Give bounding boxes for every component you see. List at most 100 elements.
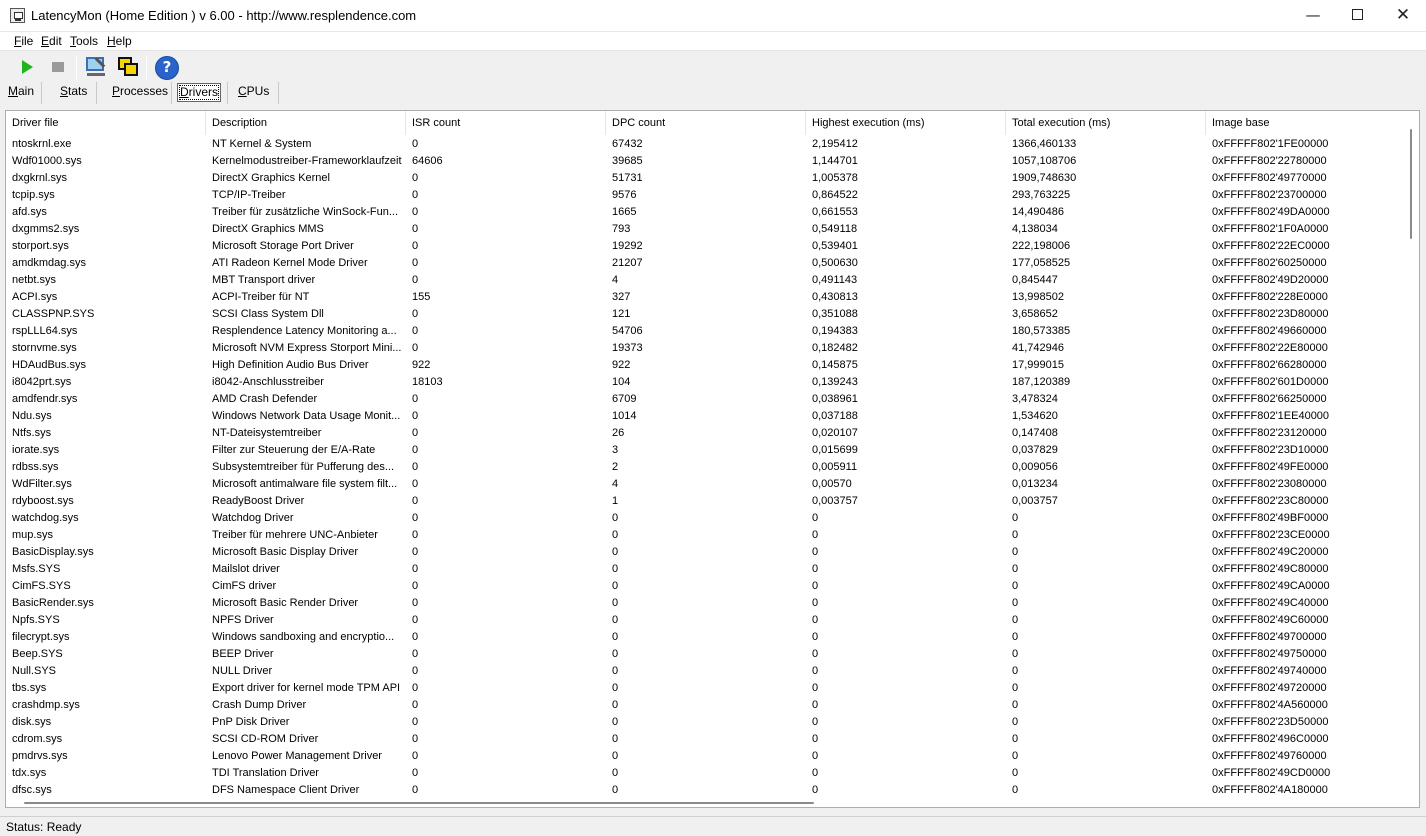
windows-icon[interactable] <box>116 55 140 79</box>
dpc-count-cell: 9576 <box>612 189 637 201</box>
table-row[interactable]: tcpip.sys TCP/IP-Treiber 0 9576 0,864522 293,… <box>6 187 1403 204</box>
driver-file-cell: dxgkrnl.sys <box>12 172 68 184</box>
table-row[interactable]: dfsc.sys DFS Namespace Client Driver 0 0 0 0 0… <box>6 782 1403 796</box>
menu-edit[interactable]: Edit <box>41 34 62 48</box>
table-row[interactable]: BasicDisplay.sys Microsoft Basic Display … <box>6 544 1403 561</box>
description-cell: ReadyBoost Driver <box>212 495 305 507</box>
column-header-isr-count[interactable]: ISR count <box>406 111 606 135</box>
dpc-count-cell: 3 <box>612 444 619 456</box>
table-row[interactable]: cdrom.sys SCSI CD-ROM Driver 0 0 0 0 0xFFFFF80… <box>6 731 1403 748</box>
total-execution-cell: 0 <box>1012 648 1019 660</box>
vertical-scrollbar-thumb[interactable] <box>1410 129 1412 239</box>
column-header-driver-file[interactable]: Driver file <box>6 111 206 135</box>
total-execution-cell: 4,138034 <box>1012 223 1058 235</box>
table-row[interactable]: CimFS.SYS CimFS driver 0 0 0 0 0xFFFFF802'49CA… <box>6 578 1403 595</box>
image-base-cell: 0xFFFFF802'4A180000 <box>1212 784 1328 796</box>
table-row[interactable]: ntoskrnl.exe NT Kernel & System 0 67432 2,19… <box>6 136 1403 153</box>
description-cell: BEEP Driver <box>212 648 274 660</box>
table-row[interactable]: amdkmdag.sys ATI Radeon Kernel Mode Drive… <box>6 255 1403 272</box>
settings-wrench-icon[interactable] <box>84 55 108 79</box>
column-header-image-base[interactable]: Image base <box>1206 111 1403 135</box>
highest-execution-cell: 0 <box>812 733 819 745</box>
image-base-cell: 0xFFFFF802'4A560000 <box>1212 699 1328 711</box>
menu-tools[interactable]: Tools <box>70 34 98 48</box>
table-row[interactable]: rdyboost.sys ReadyBoost Driver 0 1 0,003757 0… <box>6 493 1403 510</box>
table-row[interactable]: afd.sys Treiber für zusätzliche WinSock-F… <box>6 204 1403 221</box>
image-base-cell: 0xFFFFF802'22780000 <box>1212 155 1327 167</box>
table-row[interactable]: Npfs.SYS NPFS Driver 0 0 0 0 0xFFFFF802'49C600… <box>6 612 1403 629</box>
table-row[interactable]: tdx.sys TDI Translation Driver 0 0 0 0 0xFFFFF… <box>6 765 1403 782</box>
total-execution-cell: 0,013234 <box>1012 478 1058 490</box>
table-row[interactable]: tbs.sys Export driver for kernel mode TPM… <box>6 680 1403 697</box>
isr-count-cell: 0 <box>412 682 419 694</box>
table-row[interactable]: Msfs.SYS Mailslot driver 0 0 0 0 0xFFFFF802'49… <box>6 561 1403 578</box>
total-execution-cell: 0 <box>1012 733 1019 745</box>
minimize-button[interactable]: — <box>1290 0 1336 31</box>
table-row[interactable]: rdbss.sys Subsystemtreiber für Pufferung … <box>6 459 1403 476</box>
table-row[interactable]: Wdf01000.sys Kernelmodustreiber-Framework… <box>6 153 1403 170</box>
table-row[interactable]: pmdrvs.sys Lenovo Power Management Driver… <box>6 748 1403 765</box>
dpc-count-cell: 0 <box>612 716 619 728</box>
tab-drivers[interactable]: Drivers <box>177 83 222 102</box>
maximize-icon <box>1351 9 1363 20</box>
stop-icon[interactable] <box>46 55 70 79</box>
isr-count-cell: 0 <box>412 410 419 422</box>
horizontal-scrollbar-thumb[interactable] <box>24 802 814 804</box>
table-row[interactable]: Ntfs.sys NT-Dateisystemtreiber 0 26 0,020107… <box>6 425 1403 442</box>
table-row[interactable]: dxgmms2.sys DirectX Graphics MMS 0 793 0,549… <box>6 221 1403 238</box>
table-row[interactable]: CLASSPNP.SYS SCSI Class System Dll 0 121 0,3… <box>6 306 1403 323</box>
table-row[interactable]: iorate.sys Filter zur Steuerung der E/A-R… <box>6 442 1403 459</box>
column-header-total-execution[interactable]: Total execution (ms) <box>1006 111 1206 135</box>
highest-execution-cell: 0 <box>812 580 819 592</box>
table-row[interactable]: disk.sys PnP Disk Driver 0 0 0 0 0xFFFFF802'23… <box>6 714 1403 731</box>
description-cell: i8042-Anschlusstreiber <box>212 376 324 388</box>
column-header-highest-execution[interactable]: Highest execution (ms) <box>806 111 1006 135</box>
table-row[interactable]: crashdmp.sys Crash Dump Driver 0 0 0 0 0xFFFFF… <box>6 697 1403 714</box>
table-row[interactable]: netbt.sys MBT Transport driver 0 4 0,491143 0… <box>6 272 1403 289</box>
tab-stats[interactable]: Stats <box>58 83 89 102</box>
menu-help[interactable]: Help <box>107 34 132 48</box>
table-row[interactable]: HDAudBus.sys High Definition Audio Bus Dr… <box>6 357 1403 374</box>
vertical-scrollbar[interactable] <box>1403 111 1419 797</box>
help-icon[interactable] <box>154 55 179 80</box>
table-row[interactable]: Ndu.sys Windows Network Data Usage Monit.… <box>6 408 1403 425</box>
maximize-button[interactable] <box>1334 0 1380 31</box>
menu-file[interactable]: File <box>14 34 33 48</box>
table-row[interactable]: amdfendr.sys AMD Crash Defender 0 6709 0,038… <box>6 391 1403 408</box>
dpc-count-cell: 121 <box>612 308 631 320</box>
isr-count-cell: 0 <box>412 393 419 405</box>
driver-file-cell: Wdf01000.sys <box>12 155 82 167</box>
description-cell: Treiber für zusätzliche WinSock-Fun... <box>212 206 399 218</box>
table-row[interactable]: storport.sys Microsoft Storage Port Drive… <box>6 238 1403 255</box>
description-cell: Subsystemtreiber für Pufferung des... <box>212 461 394 473</box>
column-header-description[interactable]: Description <box>206 111 406 135</box>
close-button[interactable]: ✕ <box>1380 0 1426 31</box>
table-row[interactable]: Null.SYS NULL Driver 0 0 0 0 0xFFFFF802'497400… <box>6 663 1403 680</box>
driver-file-cell: crashdmp.sys <box>12 699 80 711</box>
table-row[interactable]: filecrypt.sys Windows sandboxing and encr… <box>6 629 1403 646</box>
description-cell: Treiber für mehrere UNC-Anbieter <box>212 529 378 541</box>
table-row[interactable]: stornvme.sys Microsoft NVM Express Storpo… <box>6 340 1403 357</box>
tab-cpus[interactable]: CPUs <box>236 83 271 102</box>
horizontal-scrollbar[interactable] <box>6 797 1403 807</box>
dpc-count-cell: 0 <box>612 597 619 609</box>
table-row[interactable]: mup.sys Treiber für mehrere UNC-Anbieter 0… <box>6 527 1403 544</box>
table-row[interactable]: dxgkrnl.sys DirectX Graphics Kernel 0 51731… <box>6 170 1403 187</box>
image-base-cell: 0xFFFFF802'23080000 <box>1212 478 1327 490</box>
image-base-cell: 0xFFFFF802'49C80000 <box>1212 563 1329 575</box>
table-row[interactable]: ACPI.sys ACPI-Treiber für NT 155 327 0,43081… <box>6 289 1403 306</box>
table-row[interactable]: i8042prt.sys i8042-Anschlusstreiber 18103 1… <box>6 374 1403 391</box>
image-base-cell: 0xFFFFF802'23CE0000 <box>1212 529 1330 541</box>
total-execution-cell: 3,478324 <box>1012 393 1058 405</box>
description-cell: High Definition Audio Bus Driver <box>212 359 369 371</box>
table-row[interactable]: Beep.SYS BEEP Driver 0 0 0 0 0xFFFFF802'497500… <box>6 646 1403 663</box>
tab-processes[interactable]: Processes <box>110 83 170 102</box>
table-row[interactable]: BasicRender.sys Microsoft Basic Render Dr… <box>6 595 1403 612</box>
column-header-dpc-count[interactable]: DPC count <box>606 111 806 135</box>
table-row[interactable]: rspLLL64.sys Resplendence Latency Monitor… <box>6 323 1403 340</box>
table-row[interactable]: watchdog.sys Watchdog Driver 0 0 0 0 0xFFFFF80… <box>6 510 1403 527</box>
title-bar: LatencyMon (Home Edition ) v 6.00 - http… <box>0 0 1426 32</box>
table-row[interactable]: WdFilter.sys Microsoft antimalware file s… <box>6 476 1403 493</box>
play-icon[interactable] <box>15 55 39 79</box>
tab-main[interactable]: Main <box>6 83 36 102</box>
